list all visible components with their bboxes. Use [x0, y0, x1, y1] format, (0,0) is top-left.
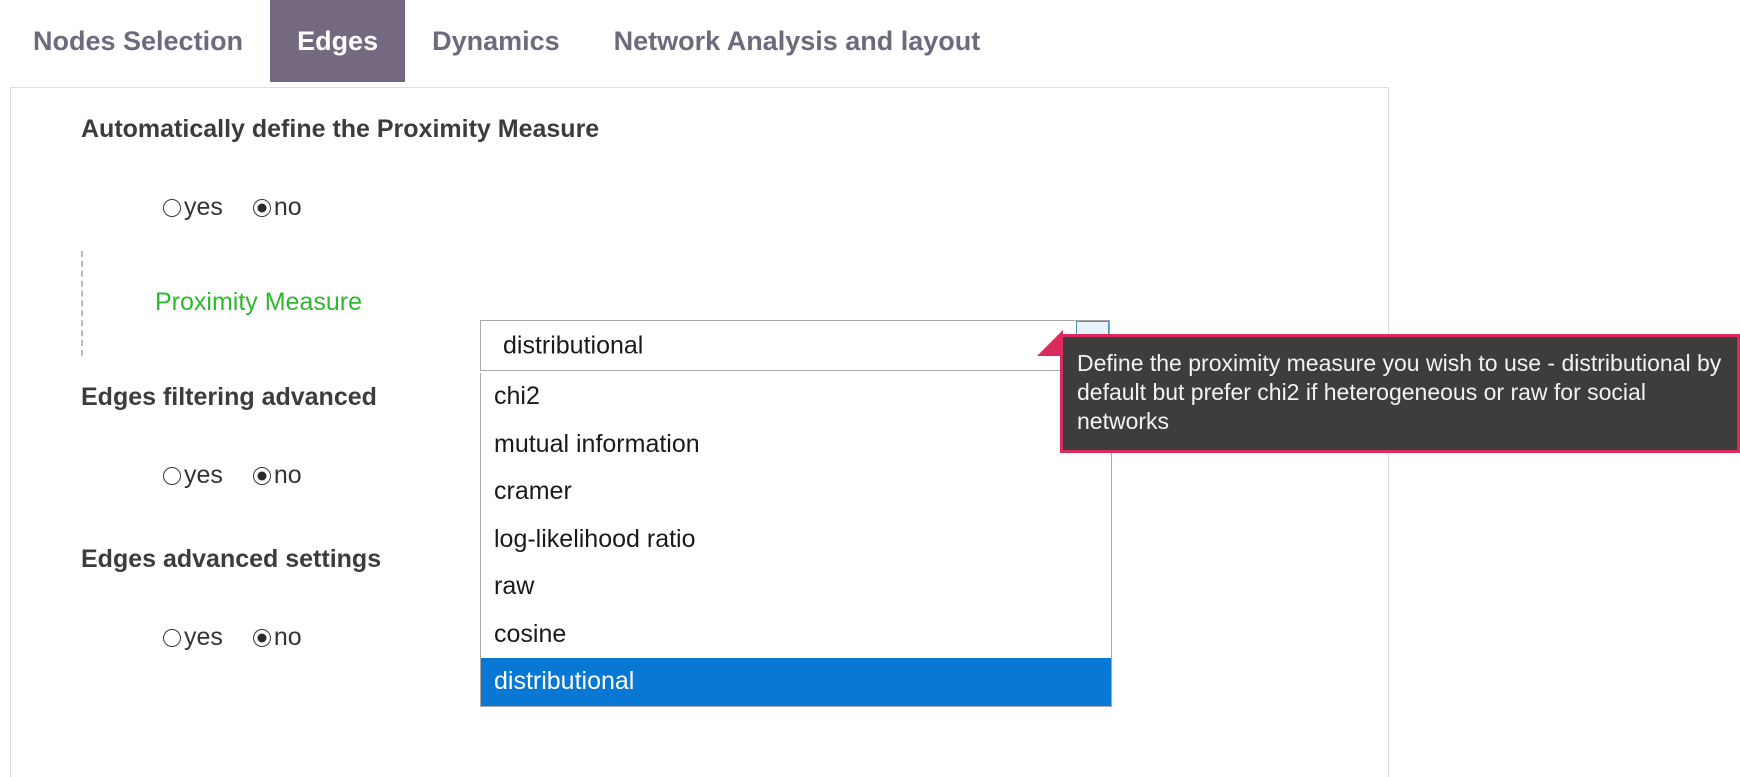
- tab-label: Edges: [297, 25, 379, 56]
- radio-auto-define-no[interactable]: no: [252, 193, 302, 221]
- tab-label: Dynamics: [432, 25, 560, 56]
- radio-label: yes: [184, 193, 223, 221]
- tab-label: Nodes Selection: [33, 25, 244, 56]
- dropdown-option[interactable]: raw: [481, 563, 1111, 611]
- dropdown-option[interactable]: chi2: [481, 373, 1111, 421]
- radio-edges-advanced-no[interactable]: no: [252, 623, 302, 651]
- tooltip-text: Define the proximity measure you wish to…: [1077, 350, 1722, 434]
- radio-dot-icon[interactable]: [163, 628, 181, 647]
- tab-network-analysis-and-layout[interactable]: Network Analysis and layout: [587, 0, 1008, 82]
- radio-edges-filtering-no[interactable]: no: [252, 461, 302, 489]
- proximity-measure-dropdown-list[interactable]: chi2 mutual information cramer log-likel…: [480, 373, 1112, 707]
- section-title-auto-define: Automatically define the Proximity Measu…: [81, 115, 600, 143]
- tab-dynamics[interactable]: Dynamics: [405, 0, 587, 82]
- tab-bar: Nodes Selection Edges Dynamics Network A…: [0, 0, 1740, 82]
- radio-group-edges-advanced: yes no: [163, 625, 302, 650]
- dropdown-option[interactable]: cramer: [481, 468, 1111, 516]
- section-title-edges-advanced: Edges advanced settings: [81, 545, 382, 573]
- dropdown-option[interactable]: mutual information: [481, 421, 1111, 469]
- radio-dot-icon[interactable]: [252, 466, 271, 485]
- tab-label: Network Analysis and layout: [613, 25, 981, 56]
- section-title-edges-filtering: Edges filtering advanced: [81, 383, 377, 411]
- radio-label: no: [273, 623, 302, 651]
- radio-dot-icon[interactable]: [163, 198, 181, 217]
- indent-guide-line: [81, 251, 83, 356]
- radio-dot-icon[interactable]: [252, 628, 271, 647]
- radio-auto-define-yes[interactable]: yes: [163, 195, 223, 220]
- radio-edges-filtering-yes[interactable]: yes: [163, 463, 223, 488]
- radio-dot-icon[interactable]: [163, 466, 181, 485]
- radio-label: yes: [184, 623, 223, 651]
- radio-label: yes: [184, 461, 223, 489]
- radio-label: no: [273, 193, 302, 221]
- dropdown-option[interactable]: cosine: [481, 611, 1111, 659]
- proximity-measure-label: Proximity Measure: [155, 288, 362, 316]
- select-current-value: distributional: [503, 331, 644, 359]
- radio-edges-advanced-yes[interactable]: yes: [163, 625, 223, 650]
- tab-edges[interactable]: Edges: [270, 0, 406, 82]
- tab-nodes-selection[interactable]: Nodes Selection: [0, 0, 270, 82]
- radio-group-edges-filtering: yes no: [163, 463, 302, 488]
- dropdown-option-selected[interactable]: distributional: [481, 658, 1111, 706]
- dropdown-option[interactable]: log-likelihood ratio: [481, 516, 1111, 564]
- proximity-measure-tooltip: Define the proximity measure you wish to…: [1060, 334, 1740, 453]
- radio-label: no: [273, 461, 302, 489]
- radio-group-auto-define: yes no: [163, 195, 302, 220]
- proximity-measure-select[interactable]: distributional: [480, 320, 1110, 371]
- radio-dot-icon[interactable]: [252, 198, 271, 217]
